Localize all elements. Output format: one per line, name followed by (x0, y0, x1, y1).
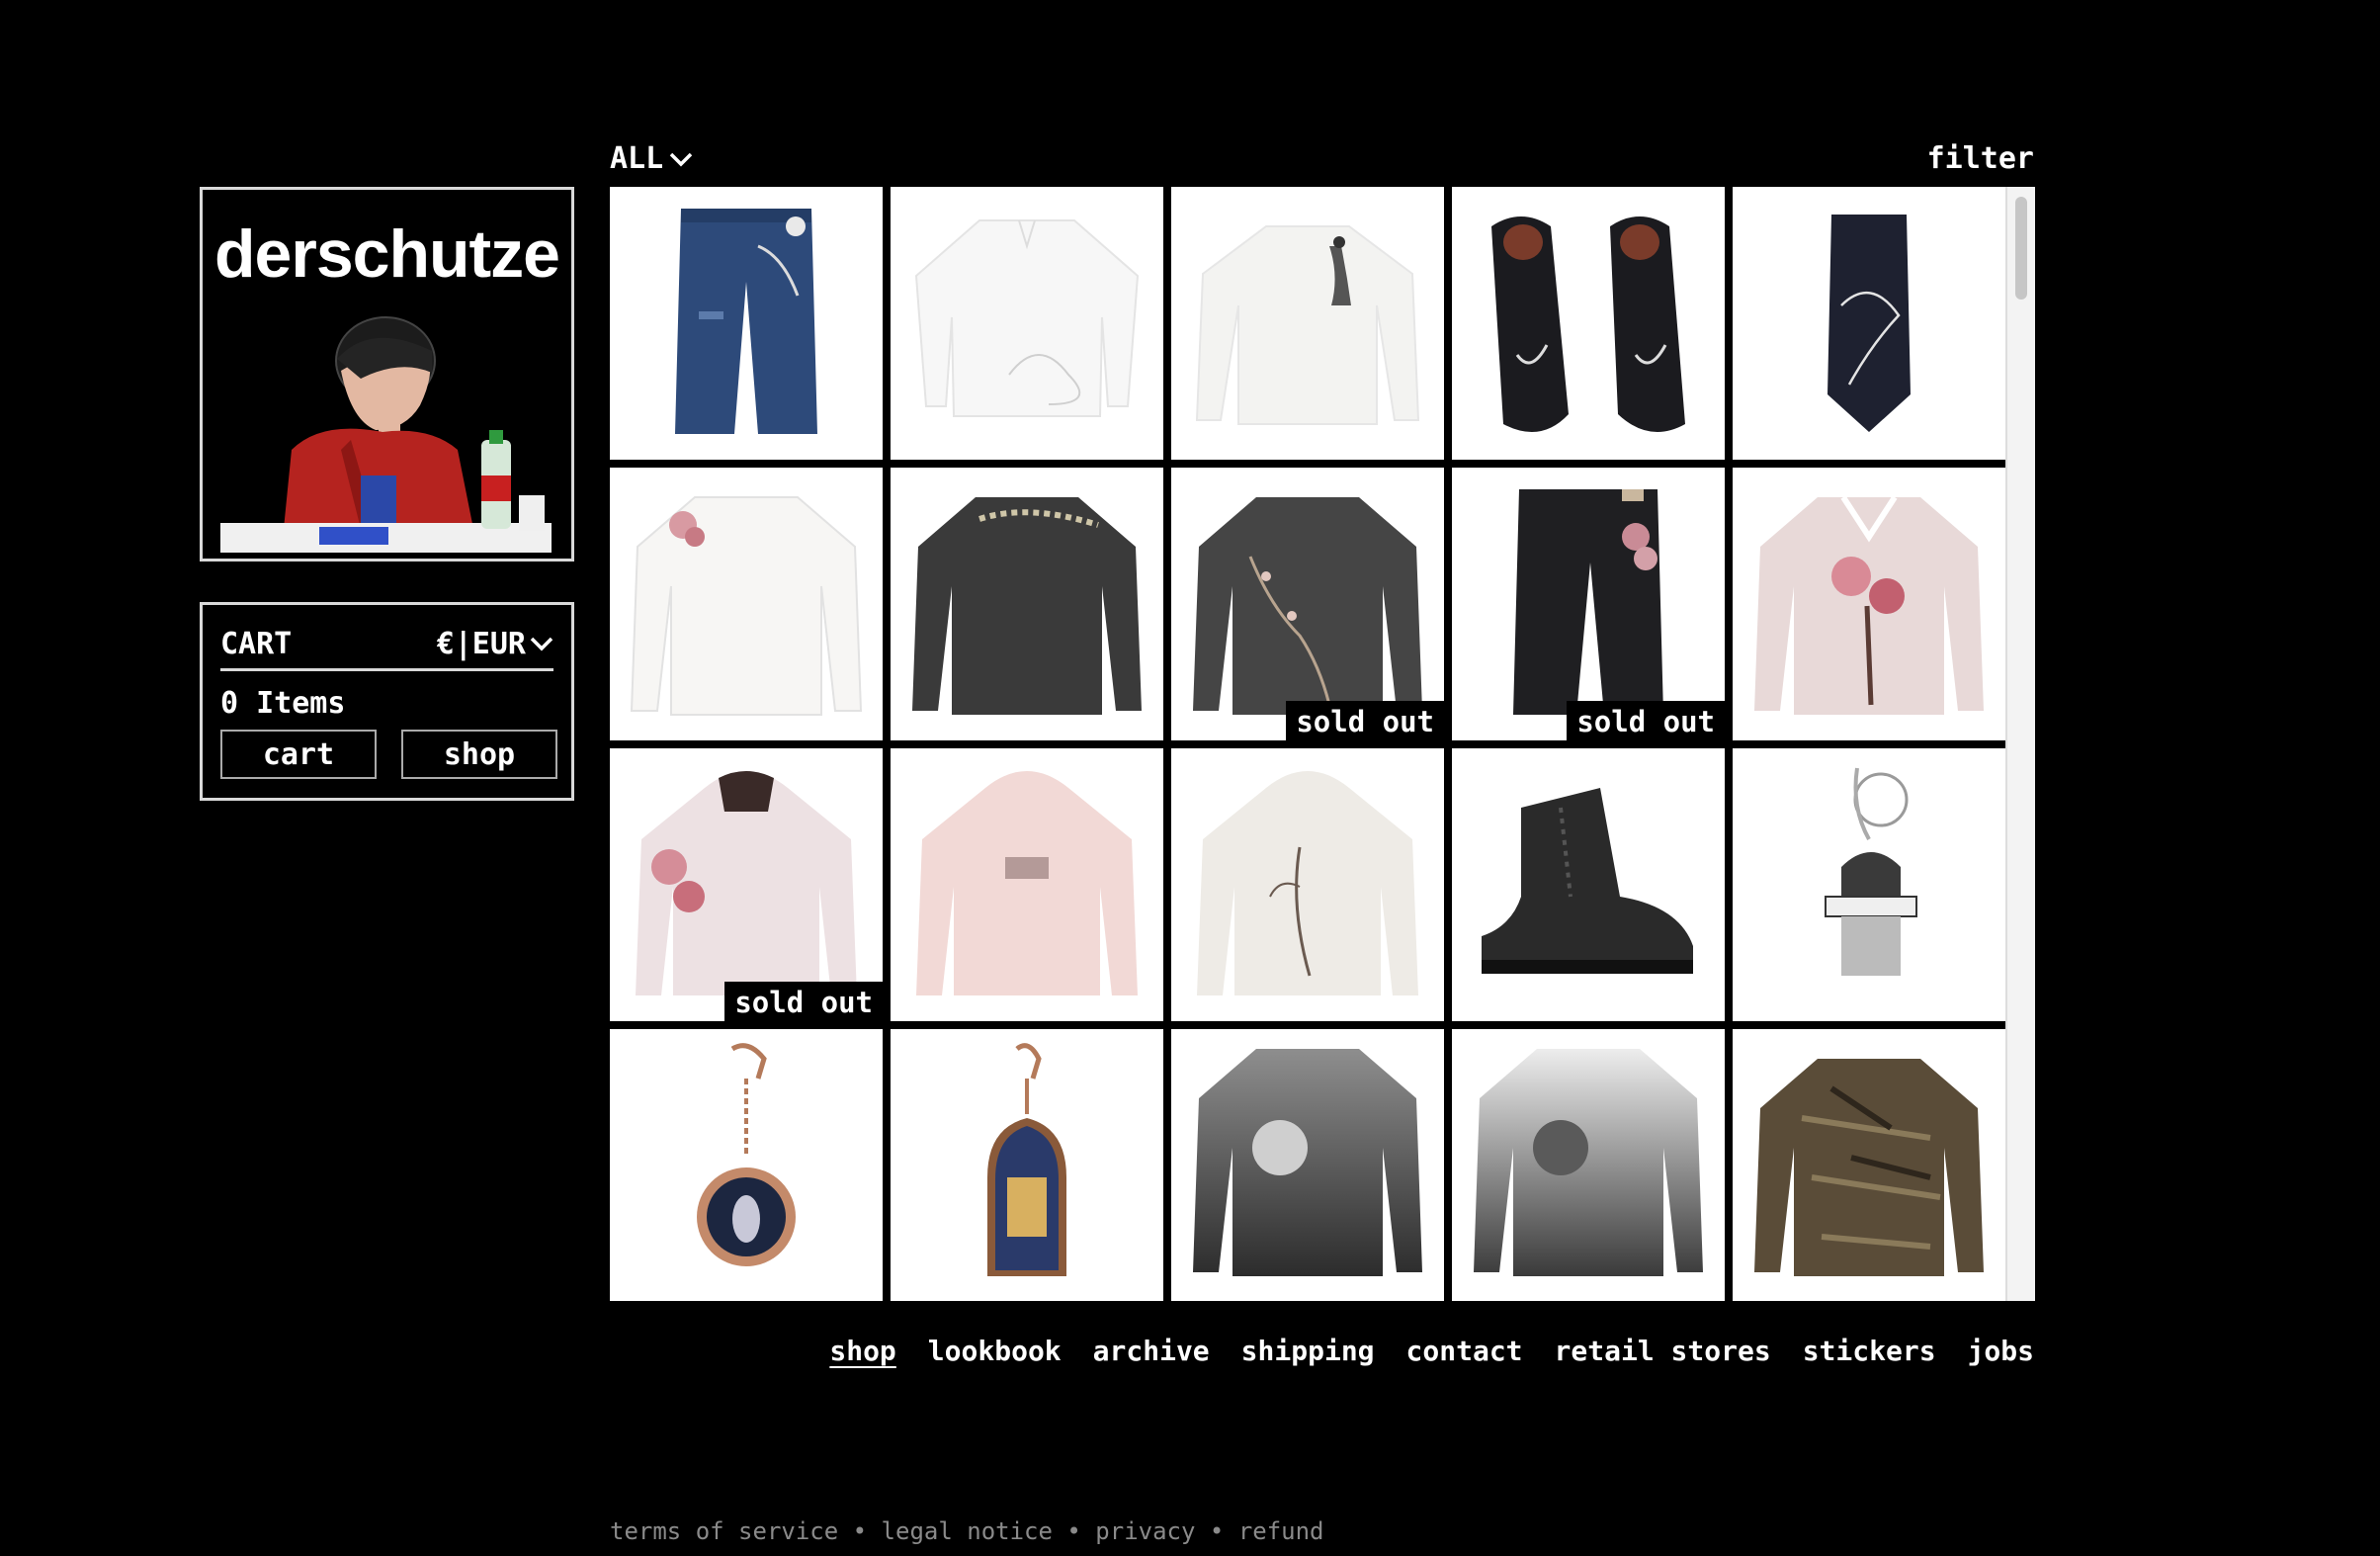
chevron-down-icon (669, 152, 693, 166)
sweater-icon (630, 496, 863, 716)
nav-lookbook[interactable]: lookbook (928, 1335, 1062, 1367)
nav-stickers[interactable]: stickers (1803, 1335, 1936, 1367)
sold-out-badge: sold out (1286, 701, 1444, 740)
privacy-link[interactable]: privacy (1095, 1517, 1195, 1545)
product-card[interactable] (1452, 187, 1725, 460)
separator-dot: • (1209, 1517, 1225, 1545)
nav-jobs[interactable]: jobs (1968, 1335, 2034, 1367)
knit-sweater-icon (1754, 1059, 1984, 1276)
loafers-icon (1491, 216, 1685, 432)
nav-contact[interactable]: contact (1406, 1335, 1523, 1367)
jeans-icon (675, 209, 817, 434)
separator-dot: • (1066, 1517, 1081, 1545)
product-card[interactable] (891, 187, 1163, 460)
footer-nav: shop lookbook archive shipping contact r… (829, 1335, 2034, 1367)
product-card[interactable] (1171, 748, 1444, 1021)
knit-sweater-icon (1193, 497, 1422, 715)
nav-shipping[interactable]: shipping (1241, 1335, 1375, 1367)
nav-shop[interactable]: shop (829, 1335, 895, 1367)
product-card[interactable] (1733, 1029, 2005, 1301)
shop-button[interactable]: shop (401, 730, 557, 779)
legal-notice-link[interactable]: legal notice (882, 1517, 1053, 1545)
girl-illustration-icon (220, 316, 552, 553)
hoodie-icon (916, 771, 1138, 995)
cart-button[interactable]: cart (220, 730, 377, 779)
product-card[interactable] (1452, 1029, 1725, 1301)
refund-link[interactable]: refund (1238, 1517, 1324, 1545)
product-card[interactable]: sold out (1452, 468, 1725, 740)
brand-logo[interactable]: derschutze (200, 187, 574, 562)
shirt-icon (914, 219, 1140, 417)
sweater-icon (912, 497, 1142, 715)
keychain-icon (1825, 767, 1917, 976)
product-card[interactable] (891, 468, 1163, 740)
nav-retail-stores[interactable]: retail stores (1555, 1335, 1771, 1367)
cart-title: CART (220, 626, 293, 661)
brand-name: derschutze (214, 216, 560, 292)
product-card[interactable] (1733, 468, 2005, 740)
product-card[interactable] (610, 1029, 883, 1301)
product-card[interactable] (891, 1029, 1163, 1301)
longsleeve-icon (1195, 225, 1420, 425)
hoodie-icon (636, 771, 857, 995)
knit-sweater-icon (1193, 1049, 1422, 1276)
currency-selector[interactable]: €|EUR (437, 627, 553, 661)
separator-dot: • (852, 1517, 868, 1545)
legal-links: terms of service • legal notice • privac… (610, 1517, 1324, 1545)
pendant-icon (697, 1043, 796, 1266)
tie-icon (1828, 215, 1911, 432)
stained-glass-keychain-icon (987, 1043, 1066, 1276)
filter-button[interactable]: filter (1927, 141, 2034, 176)
product-grid: sold out sold out sold out (610, 187, 2005, 1301)
scrollbar-thumb[interactable] (2015, 197, 2027, 300)
product-card[interactable] (1733, 187, 2005, 460)
nav-archive[interactable]: archive (1093, 1335, 1210, 1367)
grid-scrollbar[interactable] (2005, 187, 2035, 1301)
product-card[interactable] (1733, 748, 2005, 1021)
product-card[interactable] (1171, 1029, 1444, 1301)
currency-label: €|EUR (436, 626, 526, 661)
chevron-down-icon (530, 637, 553, 651)
product-card[interactable] (1171, 187, 1444, 460)
category-label: ALL (610, 141, 664, 176)
cart-item-count: 0 Items (220, 686, 346, 721)
category-dropdown[interactable]: ALL (610, 141, 693, 176)
cart-header: CART €|EUR (220, 619, 553, 671)
sold-out-badge: sold out (1567, 701, 1725, 740)
product-card[interactable] (891, 748, 1163, 1021)
product-card[interactable] (1452, 748, 1725, 1021)
product-card[interactable]: sold out (1171, 468, 1444, 740)
boot-icon (1482, 788, 1693, 974)
product-card[interactable] (610, 468, 883, 740)
product-card[interactable]: sold out (610, 748, 883, 1021)
hoodie-icon (1197, 771, 1418, 995)
knit-sweater-icon (1474, 1049, 1703, 1276)
varsity-sweater-icon (1754, 495, 1984, 715)
sold-out-badge: sold out (724, 982, 883, 1021)
product-card[interactable] (610, 187, 883, 460)
jeans-icon (1513, 489, 1663, 715)
cart-panel: CART €|EUR 0 Items cart shop (200, 602, 574, 801)
product-grid-scroll[interactable]: sold out sold out sold out (610, 187, 2035, 1301)
terms-link[interactable]: terms of service (610, 1517, 838, 1545)
